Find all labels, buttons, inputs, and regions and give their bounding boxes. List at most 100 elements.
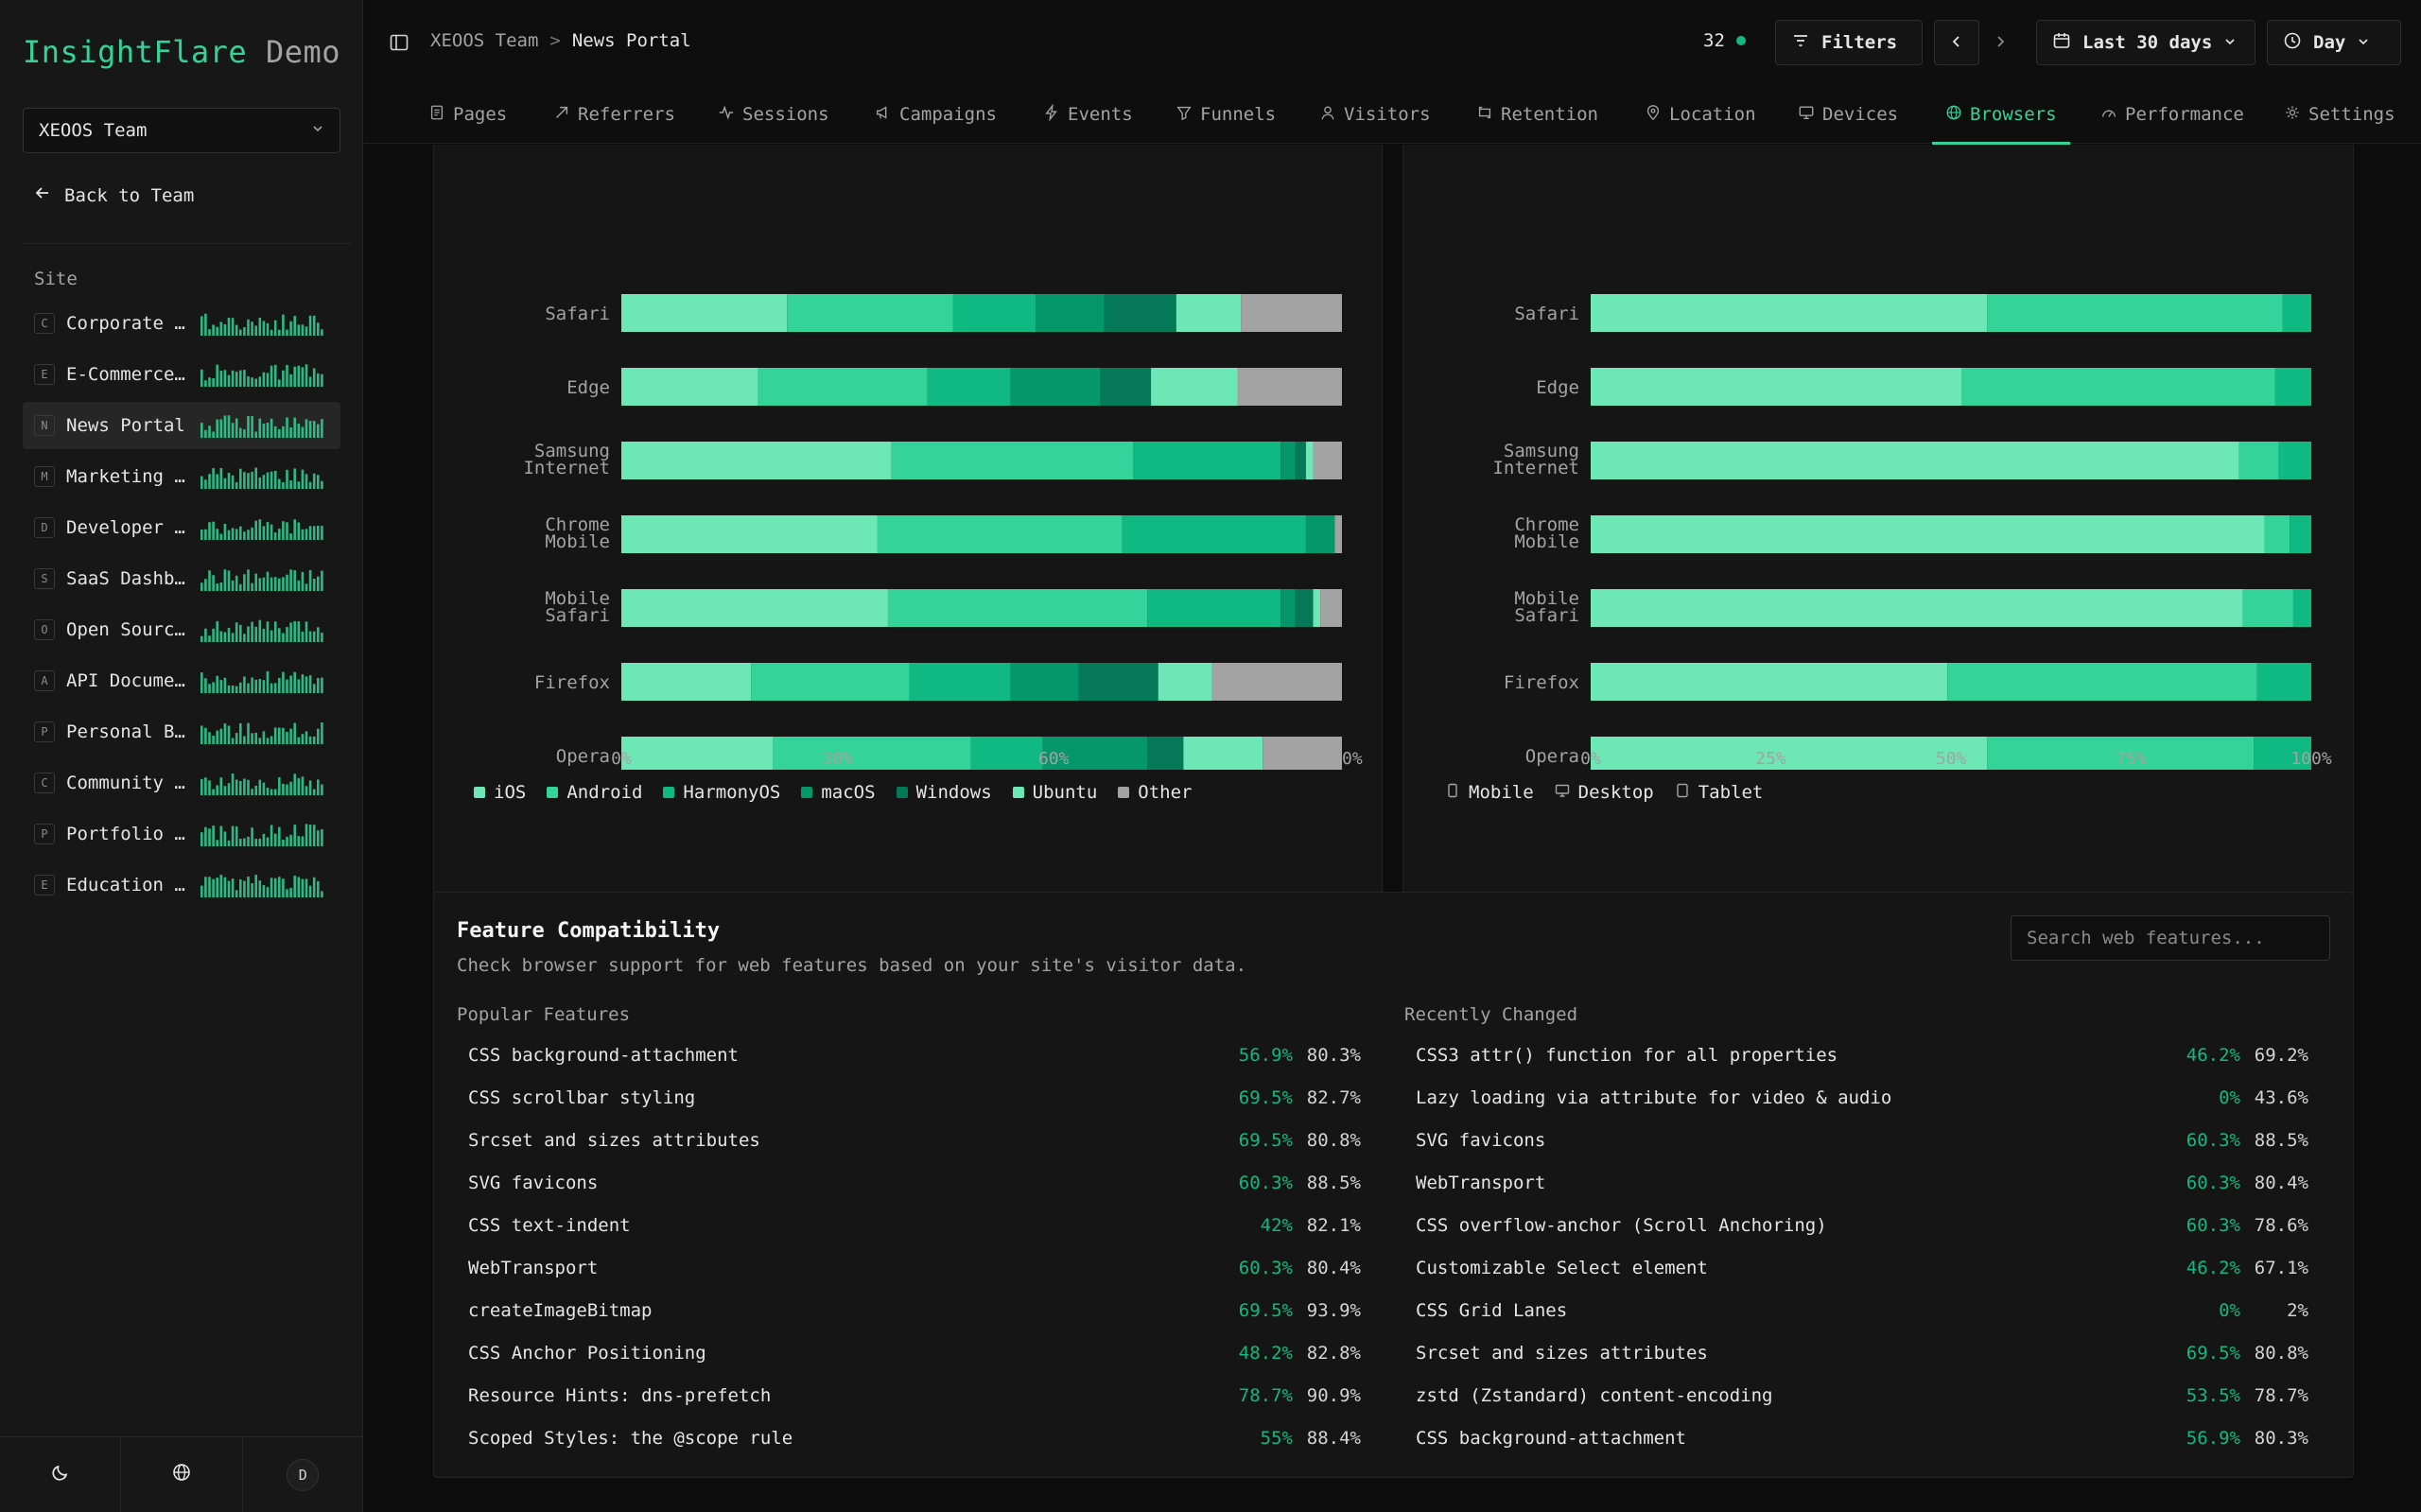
bar-segment[interactable] (887, 589, 1148, 627)
prev-range-button[interactable] (1934, 20, 1979, 65)
tab-location[interactable]: Location (1645, 85, 1756, 144)
bar-segment[interactable] (1295, 442, 1306, 479)
tab-browsers[interactable]: Browsers (1932, 85, 2069, 145)
bar-segment[interactable] (2238, 442, 2279, 479)
bar-segment[interactable] (1334, 515, 1342, 553)
tab-retention[interactable]: Retention (1476, 85, 1598, 144)
bar-segment[interactable] (1313, 589, 1321, 627)
bar-segment[interactable] (2292, 589, 2311, 627)
bar-segment[interactable] (1591, 515, 2265, 553)
bar-segment[interactable] (1280, 442, 1296, 479)
bar-segment[interactable] (1947, 663, 2257, 701)
bar-segment[interactable] (1961, 368, 2275, 406)
bar-segment[interactable] (2278, 442, 2311, 479)
tab-events[interactable]: Events (1043, 85, 1133, 144)
date-range-select[interactable]: Last 30 days (2036, 20, 2256, 65)
site-item[interactable]: O Open Source Project (23, 606, 340, 653)
feature-row[interactable]: WebTransport 60.3% 80.4% (457, 1246, 1372, 1289)
bar-segment[interactable] (877, 515, 1123, 553)
bar-segment[interactable] (758, 368, 928, 406)
bar-segment[interactable] (970, 737, 1043, 774)
site-item[interactable]: E Education Platform (23, 861, 340, 909)
legend-item[interactable]: macOS (801, 782, 876, 803)
site-item[interactable]: M Marketing Landing (23, 453, 340, 500)
feature-row[interactable]: Lazy loading via attribute for video & a… (1404, 1076, 2320, 1119)
feature-row[interactable]: CSS background-attachment 56.9% 80.3% (457, 1034, 1372, 1076)
bar-segment[interactable] (1158, 663, 1212, 701)
sidebar-toggle-icon[interactable] (389, 32, 409, 58)
bar-segment[interactable] (2264, 515, 2290, 553)
legend-item[interactable]: Android (547, 782, 642, 803)
feature-row[interactable]: CSS Grid Lanes 0% 2% (1404, 1289, 2320, 1331)
bar-segment[interactable] (952, 294, 1036, 332)
site-item[interactable]: D Developer Docs (23, 504, 340, 551)
bar-segment[interactable] (1591, 442, 2239, 479)
bar-segment[interactable] (2274, 368, 2311, 406)
tab-funnels[interactable]: Funnels (1176, 85, 1276, 144)
bar-segment[interactable] (621, 515, 878, 553)
bar-segment[interactable] (1010, 368, 1101, 406)
back-to-team-link[interactable]: Back to Team (34, 184, 194, 206)
site-item[interactable]: N News Portal (23, 402, 340, 449)
tab-settings[interactable]: Settings (2284, 85, 2395, 144)
bar-segment[interactable] (1280, 589, 1296, 627)
bar-segment[interactable] (1237, 368, 1342, 406)
tab-devices[interactable]: Devices (1798, 85, 1898, 144)
bar-segment[interactable] (621, 737, 774, 774)
tab-sessions[interactable]: Sessions (718, 85, 829, 144)
feature-row[interactable]: CSS background-attachment 56.9% 80.3% (1404, 1416, 2320, 1459)
site-item[interactable]: C Corporate Website (23, 300, 340, 347)
app-logo[interactable]: InsightFlare Demo (23, 34, 340, 70)
bar-segment[interactable] (1183, 737, 1263, 774)
legend-item[interactable]: Desktop (1555, 782, 1654, 803)
bar-segment[interactable] (621, 589, 888, 627)
tab-performance[interactable]: Performance (2100, 85, 2244, 144)
legend-item[interactable]: Ubuntu (1012, 782, 1097, 803)
feature-row[interactable]: CSS overflow-anchor (Scroll Anchoring) 60… (1404, 1204, 2320, 1246)
bar-segment[interactable] (1591, 737, 1988, 774)
bar-segment[interactable] (621, 663, 752, 701)
feature-row[interactable]: zstd (Zstandard) content-encoding 53.5% 78… (1404, 1374, 2320, 1416)
bar-segment[interactable] (787, 294, 953, 332)
bar-segment[interactable] (927, 368, 1011, 406)
feature-row[interactable]: Customizable Select element 46.2% 67.1% (1404, 1246, 2320, 1289)
feature-row[interactable]: createImageBitmap 69.5% 93.9% (457, 1289, 1372, 1331)
bar-segment[interactable] (1305, 515, 1335, 553)
feature-row[interactable]: WebTransport 60.3% 80.4% (1404, 1161, 2320, 1204)
bar-segment[interactable] (1591, 368, 1962, 406)
team-select[interactable]: XEOOS Team (23, 108, 340, 153)
legend-item[interactable]: Other (1118, 782, 1192, 803)
bar-segment[interactable] (2242, 589, 2293, 627)
legend-item[interactable]: HarmonyOS (663, 782, 780, 803)
bar-segment[interactable] (751, 663, 910, 701)
site-item[interactable]: A API Documentation (23, 657, 340, 704)
bar-segment[interactable] (1313, 442, 1342, 479)
bar-segment[interactable] (621, 294, 788, 332)
feature-row[interactable]: CSS scrollbar styling 69.5% 82.7% (457, 1076, 1372, 1119)
feature-search-input[interactable] (2011, 915, 2330, 961)
legend-item[interactable]: Tablet (1675, 782, 1763, 803)
bar-segment[interactable] (909, 663, 1011, 701)
feature-row[interactable]: Scoped Styles: the @scope rule 55% 88.4% (457, 1416, 1372, 1459)
tab-campaigns[interactable]: Campaigns (875, 85, 997, 144)
bar-segment[interactable] (1591, 663, 1948, 701)
bar-segment[interactable] (1591, 589, 2243, 627)
bar-segment[interactable] (1211, 663, 1342, 701)
feature-row[interactable]: SVG favicons 60.3% 88.5% (457, 1161, 1372, 1204)
tab-visitors[interactable]: Visitors (1319, 85, 1431, 144)
feature-row[interactable]: Srcset and sizes attributes 69.5% 80.8% (1404, 1331, 2320, 1374)
tab-referrers[interactable]: Referrers (553, 85, 675, 144)
bar-segment[interactable] (1104, 294, 1176, 332)
feature-row[interactable]: SVG favicons 60.3% 88.5% (1404, 1119, 2320, 1161)
feature-row[interactable]: CSS text-indent 42% 82.1% (457, 1204, 1372, 1246)
bar-segment[interactable] (1295, 589, 1314, 627)
interval-select[interactable]: Day (2267, 20, 2401, 65)
bar-segment[interactable] (1100, 368, 1152, 406)
bar-segment[interactable] (2290, 515, 2311, 553)
breadcrumb-team[interactable]: XEOOS Team (430, 30, 538, 51)
site-item[interactable]: C Community Forum (23, 759, 340, 807)
account-button[interactable]: D (243, 1437, 363, 1512)
bar-segment[interactable] (1320, 589, 1342, 627)
bar-segment[interactable] (1010, 663, 1079, 701)
bar-segment[interactable] (1122, 515, 1306, 553)
